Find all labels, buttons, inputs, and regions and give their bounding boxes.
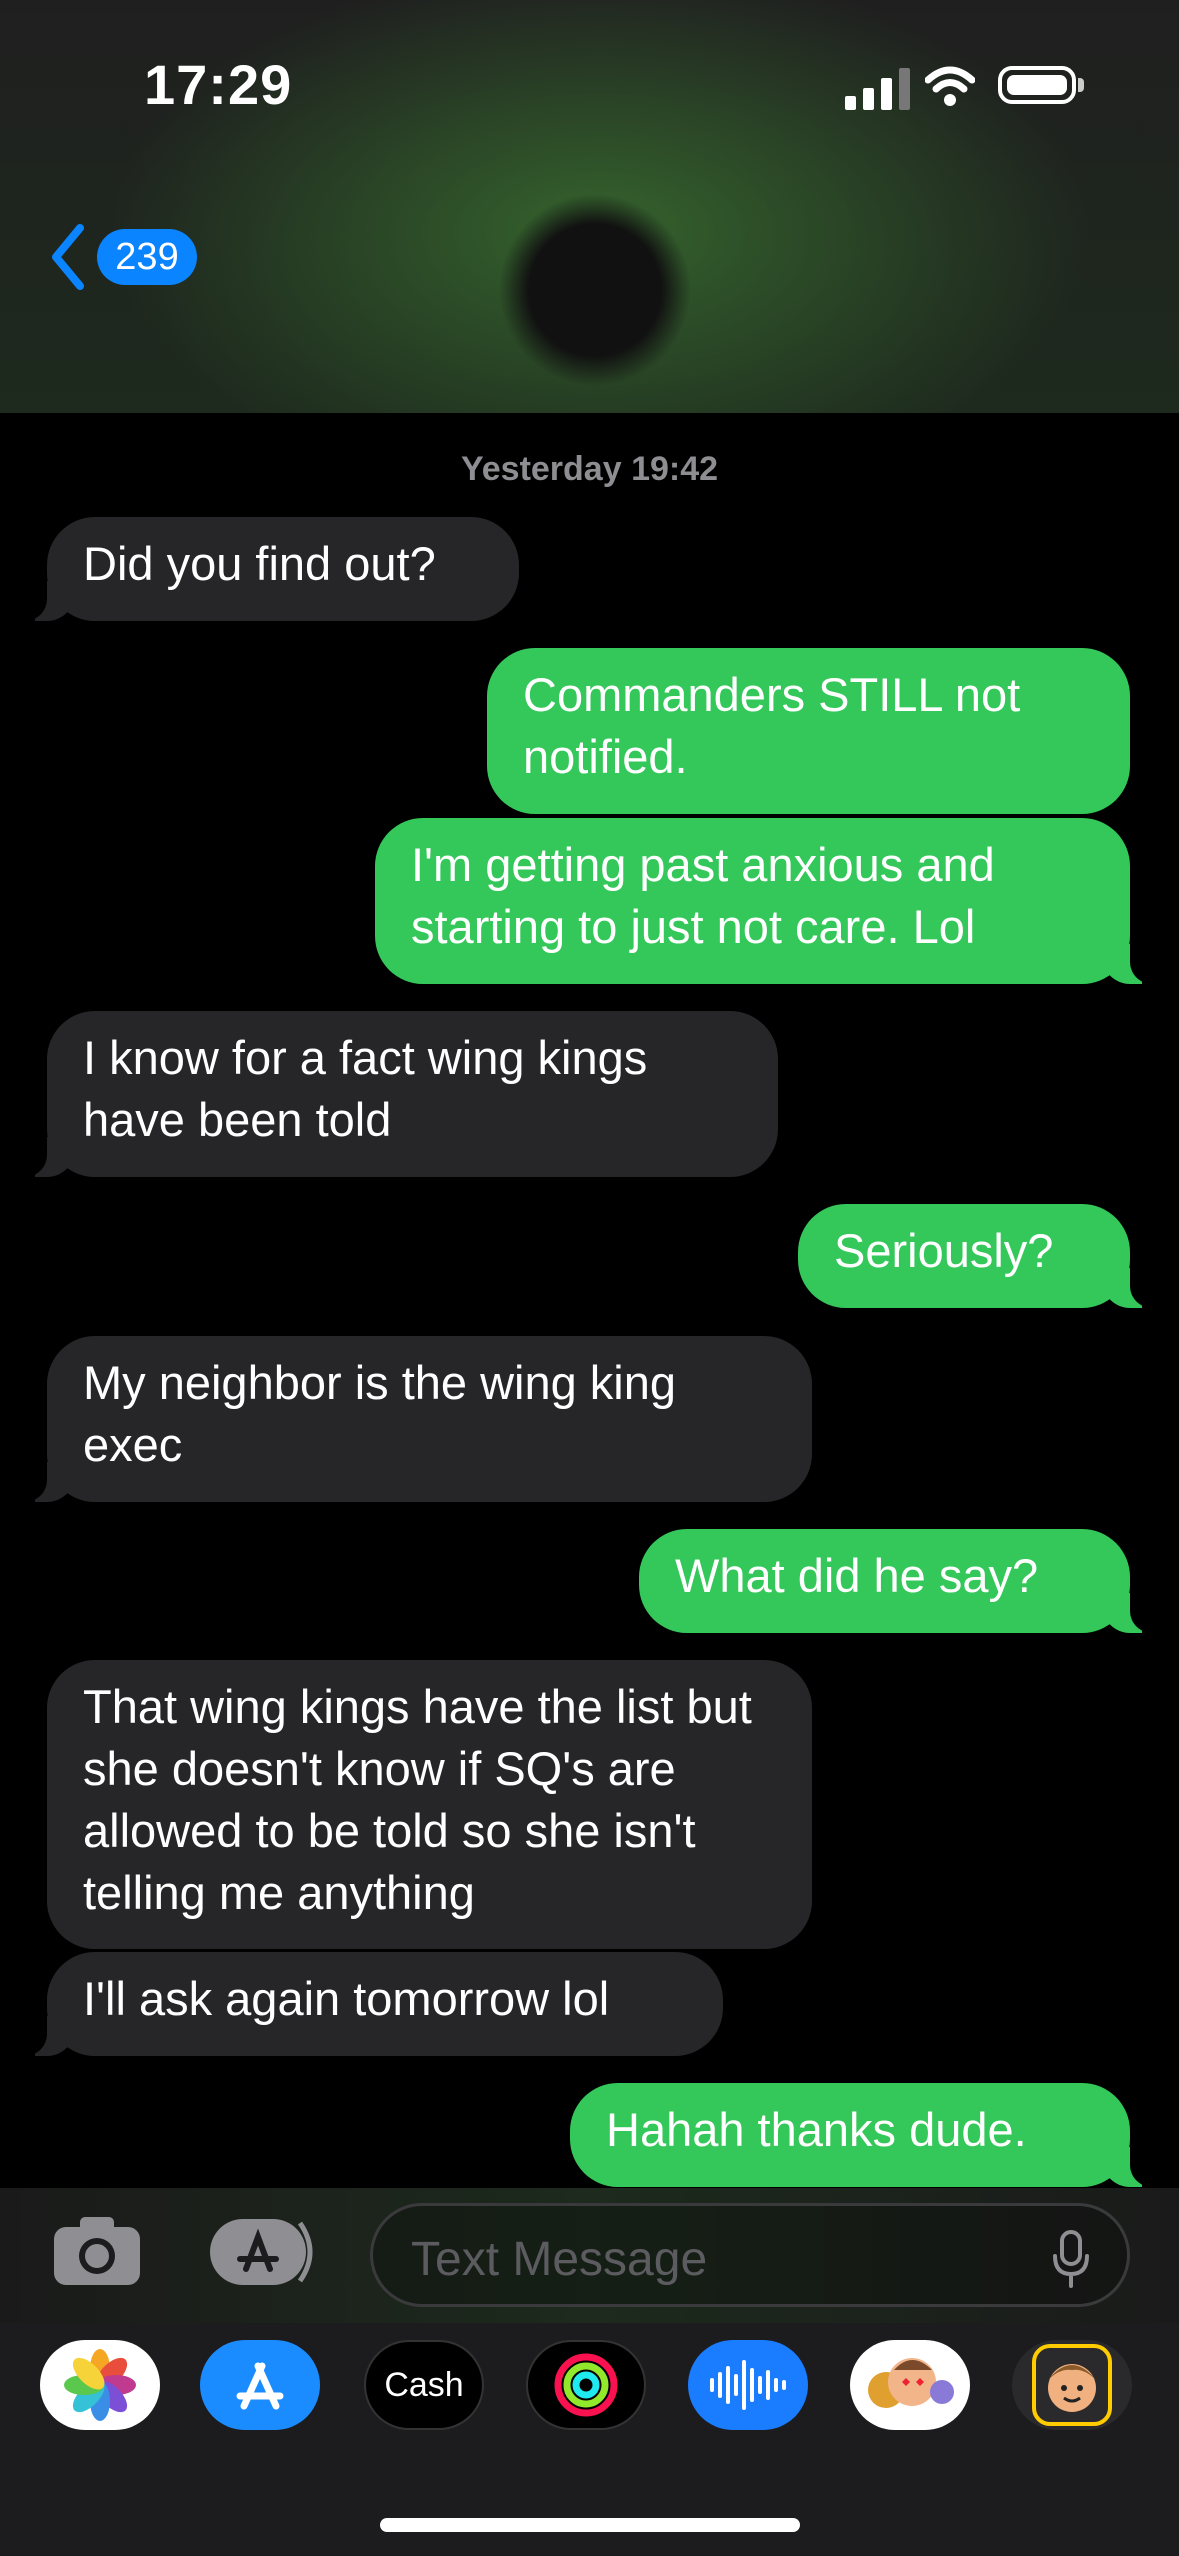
microphone-icon[interactable] bbox=[1051, 2230, 1091, 2288]
activity-icon[interactable] bbox=[526, 2340, 646, 2430]
cellular-signal-icon bbox=[845, 66, 911, 110]
message-bubble-outgoing[interactable]: Hahah thanks dude. bbox=[570, 2083, 1166, 2187]
message-bubble-outgoing[interactable]: What did he say? bbox=[639, 1529, 1166, 1633]
status-time: 17:29 bbox=[144, 53, 293, 116]
apple-cash-label: Cash bbox=[384, 2366, 464, 2404]
message-bubble-incoming[interactable]: Did you find out? bbox=[11, 517, 519, 621]
battery-icon bbox=[998, 66, 1076, 104]
contact-avatar[interactable] bbox=[470, 180, 720, 410]
memoji-icon[interactable] bbox=[1012, 2340, 1132, 2430]
message-bubble-incoming[interactable]: I know for a fact wing kings have been t… bbox=[11, 1011, 778, 1177]
message-input-placeholder: Text Message bbox=[411, 2233, 708, 2286]
app-store-icon[interactable] bbox=[200, 2340, 320, 2430]
battery-tip bbox=[1078, 78, 1084, 92]
apple-cash-icon[interactable]: Cash bbox=[364, 2340, 484, 2430]
message-bubble-incoming[interactable]: I'll ask again tomorrow lol bbox=[11, 1952, 723, 2056]
photos-icon[interactable] bbox=[40, 2340, 160, 2430]
home-indicator[interactable] bbox=[380, 2518, 800, 2532]
message-bubble-outgoing[interactable]: Commanders STILL not notified. bbox=[487, 648, 1130, 814]
message-timestamp: Yesterday 19:42 bbox=[460, 450, 719, 488]
message-input[interactable]: Text Message bbox=[370, 2203, 1130, 2307]
wifi-icon bbox=[925, 66, 975, 106]
message-bubble-outgoing[interactable]: I'm getting past anxious and starting to… bbox=[375, 818, 1166, 984]
message-bubble-incoming[interactable]: That wing kings have the list but she do… bbox=[47, 1660, 812, 1949]
message-bubble-outgoing[interactable]: Seriously? bbox=[798, 1204, 1166, 1308]
camera-icon[interactable] bbox=[52, 2213, 142, 2287]
memoji-stickers-icon[interactable] bbox=[850, 2340, 970, 2430]
audio-message-icon[interactable] bbox=[688, 2340, 808, 2430]
message-bubble-incoming[interactable]: My neighbor is the wing king exec bbox=[11, 1336, 812, 1502]
app-drawer-button[interactable] bbox=[208, 2217, 318, 2287]
back-unread-count[interactable]: 239 bbox=[97, 229, 197, 285]
back-chevron-icon[interactable] bbox=[48, 222, 88, 292]
